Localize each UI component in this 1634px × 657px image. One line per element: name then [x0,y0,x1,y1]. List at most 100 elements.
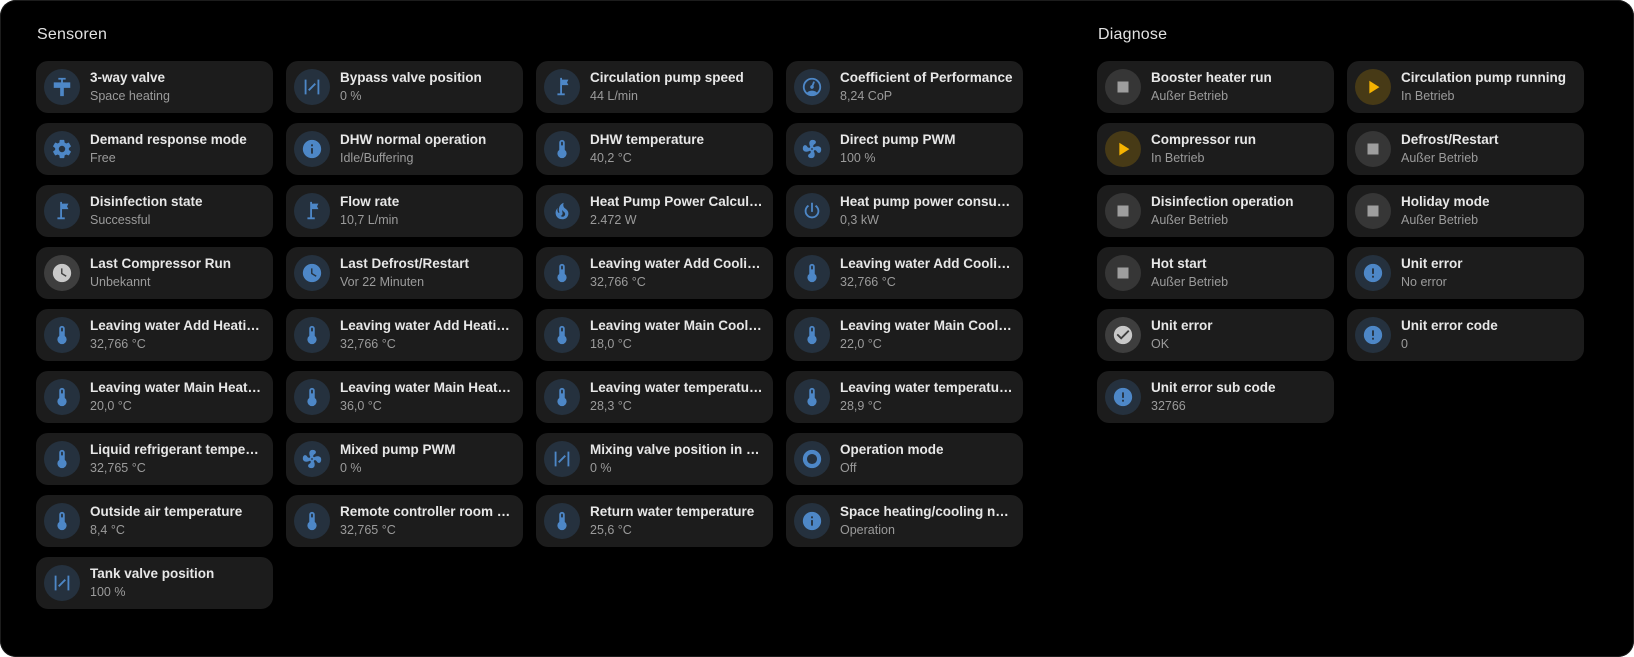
fan-icon [301,448,323,470]
tile-title: Coefficient of Performance [840,70,1013,87]
tile-card[interactable]: Circulation pump speed44 L/min [536,61,773,113]
tile-icon-button[interactable] [44,503,80,539]
tile-card[interactable]: 3-way valveSpace heating [36,61,273,113]
tile-icon-button[interactable] [44,193,80,229]
tile-card[interactable]: Booster heater runAußer Betrieb [1097,61,1334,113]
tile-card[interactable]: Unit error sub code32766 [1097,371,1334,423]
tile-state: Außer Betrieb [1151,89,1324,105]
tile-text: Leaving water temperature …28,9 °C [840,380,1013,415]
tile-icon-button[interactable] [1105,255,1141,291]
tile-icon-button[interactable] [1105,131,1141,167]
tile-card[interactable]: Last Defrost/RestartVor 22 Minuten [286,247,523,299]
tile-icon-button[interactable] [544,255,580,291]
tile-icon-button[interactable] [294,69,330,105]
tile-card[interactable]: Tank valve position100 % [36,557,273,609]
tile-card[interactable]: Demand response modeFree [36,123,273,175]
tile-title: Mixed pump PWM [340,442,513,459]
tile-card[interactable]: Leaving water temperature …28,3 °C [536,371,773,423]
tile-icon-button[interactable] [1105,379,1141,415]
tile-icon-button[interactable] [794,503,830,539]
tile-icon-button[interactable] [44,441,80,477]
tile-card[interactable]: Leaving water Main Cooling…22,0 °C [786,309,1023,361]
tile-icon-button[interactable] [294,131,330,167]
tile-icon-button[interactable] [44,131,80,167]
tile-icon-button[interactable] [294,379,330,415]
tile-card[interactable]: Unit errorNo error [1347,247,1584,299]
tile-icon-button[interactable] [1355,131,1391,167]
tile-card[interactable]: Holiday modeAußer Betrieb [1347,185,1584,237]
tile-card[interactable]: Coefficient of Performance8,24 CoP [786,61,1023,113]
card-grid: Booster heater runAußer BetriebCirculati… [1097,61,1584,423]
tile-card[interactable]: Space heating/cooling nor…Operation [786,495,1023,547]
tile-icon-button[interactable] [544,379,580,415]
tile-icon-button[interactable] [544,317,580,353]
tile-icon-button[interactable] [294,503,330,539]
tile-text: Unit error code0 [1401,318,1574,353]
tile-icon-button[interactable] [794,379,830,415]
tile-card[interactable]: Leaving water Add Cooling …32,766 °C [536,247,773,299]
tile-text: Holiday modeAußer Betrieb [1401,194,1574,229]
tile-card[interactable]: Mixing valve position in mix…0 % [536,433,773,485]
tile-icon-button[interactable] [794,193,830,229]
tile-card[interactable]: DHW normal operationIdle/Buffering [286,123,523,175]
tile-state: 100 % [840,151,1013,167]
tile-icon-button[interactable] [44,317,80,353]
tile-card[interactable]: Leaving water Add Heating …32,766 °C [36,309,273,361]
tile-icon-button[interactable] [794,317,830,353]
tile-icon-button[interactable] [544,503,580,539]
tile-icon-button[interactable] [1355,255,1391,291]
tile-icon-button[interactable] [544,193,580,229]
valve-position-icon [551,448,573,470]
tile-icon-button[interactable] [544,441,580,477]
tile-icon-button[interactable] [1105,193,1141,229]
tile-card[interactable]: Bypass valve position0 % [286,61,523,113]
tile-card[interactable]: Heat pump power consump…0,3 kW [786,185,1023,237]
tile-card[interactable]: DHW temperature40,2 °C [536,123,773,175]
tile-card[interactable]: Outside air temperature8,4 °C [36,495,273,547]
tile-card[interactable]: Unit errorOK [1097,309,1334,361]
tile-icon-button[interactable] [294,441,330,477]
tile-icon-button[interactable] [1105,69,1141,105]
tile-card[interactable]: Unit error code0 [1347,309,1584,361]
tile-card[interactable]: Last Compressor RunUnbekannt [36,247,273,299]
tile-icon-button[interactable] [44,69,80,105]
tile-icon-button[interactable] [1105,317,1141,353]
tile-icon-button[interactable] [794,131,830,167]
tile-card[interactable]: Circulation pump runningIn Betrieb [1347,61,1584,113]
tile-text: Direct pump PWM100 % [840,132,1013,167]
tile-card[interactable]: Mixed pump PWM0 % [286,433,523,485]
tile-card[interactable]: Leaving water temperature …28,9 °C [786,371,1023,423]
tile-icon-button[interactable] [794,69,830,105]
tile-icon-button[interactable] [294,255,330,291]
tile-icon-button[interactable] [1355,69,1391,105]
tile-icon-button[interactable] [44,565,80,601]
tile-card[interactable]: Heat Pump Power Calculated2.472 W [536,185,773,237]
tile-card[interactable]: Return water temperature25,6 °C [536,495,773,547]
tile-card[interactable]: Hot startAußer Betrieb [1097,247,1334,299]
tile-card[interactable]: Leaving water Main Cooling…18,0 °C [536,309,773,361]
tile-card[interactable]: Disinfection stateSuccessful [36,185,273,237]
tile-card[interactable]: Leaving water Add Heating …32,766 °C [286,309,523,361]
tile-card[interactable]: Leaving water Add Cooling …32,766 °C [786,247,1023,299]
tile-card[interactable]: Compressor runIn Betrieb [1097,123,1334,175]
tile-icon-button[interactable] [544,131,580,167]
tile-icon-button[interactable] [794,255,830,291]
tile-icon-button[interactable] [44,379,80,415]
tile-state: No error [1401,275,1574,291]
tile-icon-button[interactable] [544,69,580,105]
tile-icon-button[interactable] [794,441,830,477]
tile-card[interactable]: Leaving water Main Heatin…36,0 °C [286,371,523,423]
tile-card[interactable]: Defrost/RestartAußer Betrieb [1347,123,1584,175]
tile-card[interactable]: Flow rate10,7 L/min [286,185,523,237]
tile-icon-button[interactable] [1355,193,1391,229]
tile-card[interactable]: Remote controller room te…32,765 °C [286,495,523,547]
tile-card[interactable]: Direct pump PWM100 % [786,123,1023,175]
tile-card[interactable]: Leaving water Main Heatin…20,0 °C [36,371,273,423]
tile-card[interactable]: Liquid refrigerant temperat…32,765 °C [36,433,273,485]
tile-icon-button[interactable] [44,255,80,291]
tile-icon-button[interactable] [1355,317,1391,353]
tile-card[interactable]: Disinfection operationAußer Betrieb [1097,185,1334,237]
tile-icon-button[interactable] [294,193,330,229]
tile-icon-button[interactable] [294,317,330,353]
tile-card[interactable]: Operation modeOff [786,433,1023,485]
